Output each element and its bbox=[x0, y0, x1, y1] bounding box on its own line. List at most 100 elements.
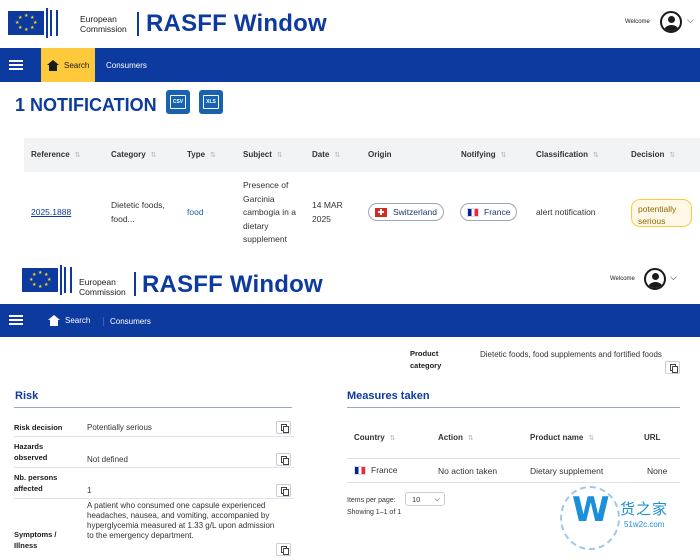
sort-icon[interactable]: ⇅ bbox=[669, 152, 675, 159]
product-category-value: Dietetic foods, food supplements and for… bbox=[480, 350, 662, 359]
welcome-text: Welcome bbox=[625, 19, 650, 25]
user-avatar-icon[interactable] bbox=[660, 11, 682, 33]
date-cell: 14 MAR 2025 bbox=[312, 200, 343, 224]
product-category-label: Product category bbox=[410, 349, 442, 370]
home-icon bbox=[48, 315, 60, 326]
main-nav-bar: Search Consumers bbox=[0, 48, 700, 82]
france-flag-icon bbox=[354, 465, 366, 475]
items-per-page-label: Items per page: bbox=[347, 497, 396, 504]
column-header-decision[interactable]: Decision ⇅ bbox=[631, 150, 675, 159]
user-avatar-icon[interactable] bbox=[644, 268, 666, 290]
watermark-logo: W 货之家 51w2c.com bbox=[560, 486, 700, 556]
column-header-country[interactable]: Country ⇅ bbox=[354, 433, 396, 442]
menu-icon[interactable] bbox=[9, 60, 23, 70]
column-header-date[interactable]: Date ⇅ bbox=[312, 150, 340, 159]
org-line-1: European bbox=[80, 14, 117, 24]
nav-search-label: Search bbox=[64, 60, 90, 70]
app-title[interactable]: RASFF Window bbox=[142, 271, 323, 299]
copy-icon[interactable] bbox=[276, 421, 291, 434]
column-header-origin[interactable]: Origin bbox=[368, 150, 392, 159]
column-header-action[interactable]: Action ⇅ bbox=[438, 433, 474, 442]
table-row[interactable]: France No action taken Dietary supplemen… bbox=[347, 458, 680, 483]
eu-flag-icon: ★ ★ ★ ★ ★ ★ ★ ★ bbox=[22, 268, 58, 292]
items-per-page-select[interactable]: 10 ⌵ bbox=[405, 492, 445, 506]
copy-icon[interactable] bbox=[276, 453, 291, 466]
column-header-notifying[interactable]: Notifying ⇅ bbox=[461, 150, 507, 159]
header-divider bbox=[137, 12, 139, 36]
sort-icon[interactable]: ⇅ bbox=[390, 435, 396, 442]
measures-table-header: Country ⇅ Action ⇅ Product name ⇅ URL bbox=[347, 421, 680, 455]
copy-icon[interactable] bbox=[276, 543, 291, 556]
symptoms-value: A patient who consumed one capsule exper… bbox=[87, 501, 275, 540]
notifying-country-pill[interactable]: France bbox=[460, 203, 518, 221]
chevron-down-icon[interactable]: ⌵ bbox=[670, 272, 677, 283]
sort-icon[interactable]: ⇅ bbox=[277, 152, 283, 159]
nav-consumers-tab[interactable]: Consumers bbox=[103, 317, 151, 326]
column-header-category[interactable]: Category ⇅ bbox=[111, 150, 157, 159]
france-flag-icon bbox=[467, 207, 479, 217]
home-icon bbox=[47, 59, 59, 71]
measures-section-divider bbox=[347, 407, 680, 408]
chevron-down-icon: ⌵ bbox=[434, 494, 440, 503]
switzerland-flag-icon bbox=[375, 207, 387, 217]
persons-affected-label: Nb. persons affected bbox=[14, 473, 58, 493]
notification-search-screen: ★ ★ ★ ★ ★ ★ ★ ★ European Commission RASFF Win… bbox=[0, 0, 700, 258]
measure-country-label: France bbox=[371, 465, 398, 475]
copy-icon[interactable] bbox=[276, 484, 291, 497]
european-commission-logo[interactable]: ★ ★ ★ ★ ★ ★ ★ ★ bbox=[8, 7, 72, 39]
origin-country-label: Switzerland bbox=[393, 207, 437, 217]
type-link[interactable]: food bbox=[187, 206, 204, 220]
header-divider bbox=[134, 272, 136, 296]
watermark-w-icon: W bbox=[572, 490, 610, 530]
pagination-summary: Showing 1–1 of 1 bbox=[347, 509, 402, 516]
risk-row-persons: Nb. persons affected 1 bbox=[14, 470, 294, 499]
nav-search-tab[interactable]: Search bbox=[41, 48, 96, 82]
app-header: ★ ★ ★ ★ ★ ★ ★ ★ European Commission RASFF Win… bbox=[0, 0, 700, 46]
sort-icon[interactable]: ⇅ bbox=[593, 152, 599, 159]
sort-icon[interactable]: ⇅ bbox=[210, 152, 216, 159]
notifying-country-label: France bbox=[484, 207, 511, 217]
sort-icon[interactable]: ⇅ bbox=[501, 152, 507, 159]
risk-section-divider bbox=[14, 407, 292, 408]
commission-building-icon bbox=[46, 8, 68, 38]
risk-row-hazards: Hazards observed Not defined bbox=[14, 439, 294, 468]
measure-action-cell: No action taken bbox=[438, 466, 498, 476]
measure-url-cell: None bbox=[647, 466, 668, 476]
menu-icon[interactable] bbox=[9, 315, 23, 325]
column-header-type[interactable]: Type ⇅ bbox=[187, 150, 216, 159]
column-header-url[interactable]: URL bbox=[644, 433, 660, 442]
category-cell: Dietetic foods, food... bbox=[111, 200, 165, 224]
column-header-reference[interactable]: Reference ⇅ bbox=[31, 150, 81, 159]
risk-section-title: Risk bbox=[15, 390, 39, 402]
sort-icon[interactable]: ⇅ bbox=[151, 152, 157, 159]
org-name: European Commission bbox=[79, 277, 126, 297]
origin-country-pill[interactable]: Switzerland bbox=[368, 203, 444, 221]
sort-icon[interactable]: ⇅ bbox=[334, 152, 340, 159]
nav-search-tab[interactable]: Search bbox=[42, 304, 96, 337]
welcome-text: Welcome bbox=[610, 276, 635, 282]
sort-icon[interactable]: ⇅ bbox=[588, 435, 594, 442]
sort-icon[interactable]: ⇅ bbox=[468, 435, 474, 442]
eu-flag-icon: ★ ★ ★ ★ ★ ★ ★ ★ bbox=[8, 11, 44, 35]
xls-file-icon: XLS bbox=[203, 95, 219, 109]
copy-icon[interactable] bbox=[665, 361, 680, 374]
notification-detail-screen: ★ ★ ★ ★ ★ ★ ★ ★ European Commission RASFF Win… bbox=[0, 258, 700, 560]
nav-consumers-tab[interactable]: Consumers bbox=[106, 61, 147, 70]
nav-search-label: Search bbox=[65, 316, 91, 325]
chevron-down-icon[interactable]: ⌵ bbox=[687, 15, 694, 26]
risk-row-decision: Risk decision Potentially serious bbox=[14, 418, 294, 437]
european-commission-logo[interactable]: ★ ★ ★ ★ ★ ★ ★ ★ bbox=[22, 264, 86, 296]
risk-row-symptoms: Symptoms / Illness A patient who consume… bbox=[14, 501, 294, 560]
column-header-subject[interactable]: Subject ⇅ bbox=[243, 150, 283, 159]
column-header-product-name[interactable]: Product name ⇅ bbox=[530, 433, 594, 442]
classification-cell: alert notification bbox=[536, 207, 596, 217]
app-title[interactable]: RASFF Window bbox=[146, 10, 327, 38]
column-header-classification[interactable]: Classification ⇅ bbox=[536, 150, 599, 159]
reference-link[interactable]: 2025.1888 bbox=[31, 207, 71, 217]
results-table-header: Reference ⇅ Category ⇅ Type ⇅ Subject ⇅ Date… bbox=[24, 138, 700, 172]
measure-country-cell: France bbox=[354, 465, 397, 475]
export-csv-button[interactable]: CSV bbox=[166, 90, 190, 114]
export-xls-button[interactable]: XLS bbox=[199, 90, 223, 114]
sort-icon[interactable]: ⇅ bbox=[75, 152, 81, 159]
org-line-1: European bbox=[79, 277, 116, 287]
